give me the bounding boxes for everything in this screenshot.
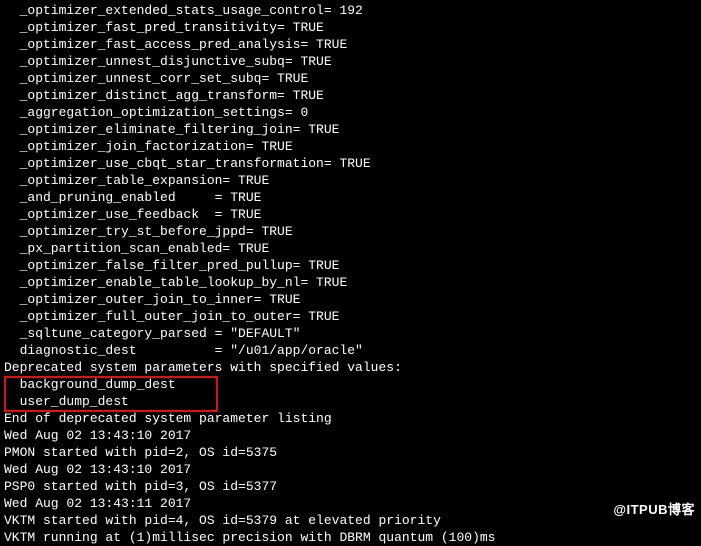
terminal-line: VKTM running at (1)millisec precision wi… xyxy=(0,529,701,546)
terminal-line: _optimizer_use_feedback = TRUE xyxy=(0,206,701,223)
terminal-line: _aggregation_optimization_settings= 0 xyxy=(0,104,701,121)
terminal-line: _optimizer_unnest_disjunctive_subq= TRUE xyxy=(0,53,701,70)
terminal-line: _optimizer_full_outer_join_to_outer= TRU… xyxy=(0,308,701,325)
terminal-line: Wed Aug 02 13:43:11 2017 xyxy=(0,495,701,512)
terminal-line: Wed Aug 02 13:43:10 2017 xyxy=(0,427,701,444)
terminal-line: PSP0 started with pid=3, OS id=5377 xyxy=(0,478,701,495)
terminal-line: _optimizer_fast_pred_transitivity= TRUE xyxy=(0,19,701,36)
terminal-line: _px_partition_scan_enabled= TRUE xyxy=(0,240,701,257)
terminal-line: _optimizer_false_filter_pred_pullup= TRU… xyxy=(0,257,701,274)
terminal-line: _sqltune_category_parsed = "DEFAULT" xyxy=(0,325,701,342)
terminal-line: background_dump_dest xyxy=(0,376,701,393)
terminal-line: VKTM started with pid=4, OS id=5379 at e… xyxy=(0,512,701,529)
terminal-line: _optimizer_extended_stats_usage_control=… xyxy=(0,2,701,19)
terminal-line: _optimizer_eliminate_filtering_join= TRU… xyxy=(0,121,701,138)
terminal-line: _optimizer_table_expansion= TRUE xyxy=(0,172,701,189)
terminal-line: _optimizer_outer_join_to_inner= TRUE xyxy=(0,291,701,308)
terminal-line: _optimizer_fast_access_pred_analysis= TR… xyxy=(0,36,701,53)
terminal-line: End of deprecated system parameter listi… xyxy=(0,410,701,427)
terminal-line: _optimizer_distinct_agg_transform= TRUE xyxy=(0,87,701,104)
terminal-line: _optimizer_use_cbqt_star_transformation=… xyxy=(0,155,701,172)
terminal-line: Wed Aug 02 13:43:10 2017 xyxy=(0,461,701,478)
terminal-line: Deprecated system parameters with specif… xyxy=(0,359,701,376)
terminal-output: _optimizer_extended_stats_usage_control=… xyxy=(0,0,701,546)
terminal-line: _optimizer_try_st_before_jppd= TRUE xyxy=(0,223,701,240)
terminal-line: _optimizer_join_factorization= TRUE xyxy=(0,138,701,155)
terminal-line: _and_pruning_enabled = TRUE xyxy=(0,189,701,206)
terminal-line: user_dump_dest xyxy=(0,393,701,410)
terminal-line: _optimizer_enable_table_lookup_by_nl= TR… xyxy=(0,274,701,291)
watermark: @ITPUB博客 xyxy=(613,501,695,518)
terminal-line: PMON started with pid=2, OS id=5375 xyxy=(0,444,701,461)
terminal-line: diagnostic_dest = "/u01/app/oracle" xyxy=(0,342,701,359)
terminal-line: _optimizer_unnest_corr_set_subq= TRUE xyxy=(0,70,701,87)
